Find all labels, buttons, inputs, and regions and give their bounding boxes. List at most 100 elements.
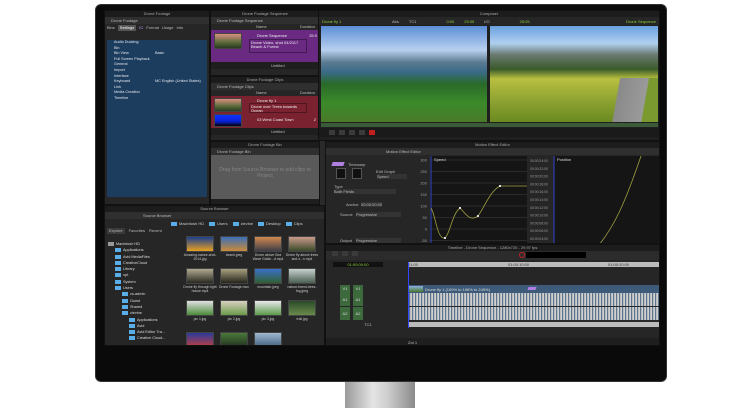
toolbar-button[interactable] bbox=[342, 251, 348, 257]
record-sequence-menu[interactable]: Drone Sequence bbox=[626, 19, 656, 24]
bin-view-select[interactable]: Untitled bbox=[271, 129, 285, 134]
file-thumbnail[interactable] bbox=[254, 236, 282, 252]
subtab-info[interactable]: Info bbox=[176, 25, 183, 31]
project-tab[interactable]: Drone Footage bbox=[105, 17, 209, 24]
track-record-a1[interactable]: A1 bbox=[353, 293, 363, 306]
folder-icon bbox=[115, 279, 121, 284]
source-monitor-video[interactable] bbox=[321, 26, 487, 122]
clips-bin-tab[interactable]: Drone Footage Clips bbox=[211, 83, 319, 90]
clip-name[interactable]: 03 West Coast Town bbox=[257, 117, 294, 122]
subtab-ic[interactable]: IC bbox=[139, 25, 143, 31]
tree-item-label: CreativeCloud bbox=[123, 260, 148, 265]
track-record-a2[interactable]: A2 bbox=[353, 307, 363, 320]
tab-favorites[interactable]: Favorites bbox=[129, 228, 145, 234]
position-tick-label: 00:00:22:00 bbox=[530, 167, 548, 171]
record-monitor-video[interactable] bbox=[490, 26, 658, 122]
sequence-thumbnail bbox=[214, 33, 242, 49]
path-segment[interactable]: Desktop bbox=[266, 221, 281, 226]
file-thumbnail[interactable] bbox=[220, 236, 248, 252]
subtab-settings[interactable]: Settings bbox=[117, 25, 137, 31]
file-thumbnail[interactable] bbox=[186, 268, 214, 284]
file-thumbnail[interactable] bbox=[186, 300, 214, 316]
file-thumbnail[interactable] bbox=[186, 332, 214, 345]
track-source-a1[interactable]: A1 bbox=[340, 293, 350, 306]
path-segment[interactable]: zlevine bbox=[241, 221, 253, 226]
source-select[interactable]: Progressive bbox=[356, 212, 401, 217]
file-thumbnail[interactable] bbox=[254, 300, 282, 316]
motion-tab[interactable]: Motion Effect Editor bbox=[326, 148, 659, 155]
bin-view-select[interactable]: Untitled bbox=[271, 63, 285, 68]
mark-out-button[interactable] bbox=[359, 130, 365, 136]
clip-label: Drone fly 1 (100% to 196% to 245%) bbox=[425, 287, 490, 292]
tree-item[interactable]: Creative Cloud... bbox=[108, 335, 178, 341]
playhead[interactable] bbox=[408, 262, 409, 328]
clip-duration: 2 bbox=[313, 117, 316, 122]
zoom-select[interactable]: Zot 1 bbox=[408, 340, 417, 345]
settings-item[interactable]: Timeline bbox=[107, 96, 207, 102]
file-thumbnail[interactable] bbox=[186, 236, 214, 252]
file-thumbnail[interactable] bbox=[254, 332, 282, 345]
track-record-v1[interactable]: V1 bbox=[353, 285, 363, 293]
file-name: pic 3.jpg bbox=[261, 317, 275, 321]
file-thumbnail[interactable] bbox=[220, 300, 248, 316]
track-source-v1[interactable]: V1 bbox=[340, 285, 350, 293]
video-clip[interactable]: Drone fly 1 (100% to 196% to 245%) bbox=[408, 285, 659, 293]
path-segment[interactable]: Macintosh HD bbox=[179, 221, 204, 226]
file-thumbnail[interactable] bbox=[288, 236, 316, 252]
file-thumbnail[interactable] bbox=[220, 268, 248, 284]
source-browser-tab[interactable]: Source Browser bbox=[105, 212, 324, 219]
record-icon[interactable] bbox=[519, 252, 525, 258]
tab-explore[interactable]: Explore bbox=[107, 228, 125, 234]
sequence-bin-tab[interactable]: Drone Footage Sequence bbox=[211, 17, 319, 24]
file-thumbnail[interactable] bbox=[254, 268, 282, 284]
audio-clip-a1[interactable] bbox=[408, 293, 659, 306]
ruler-label: 01:00:10:00 bbox=[508, 262, 530, 267]
subtab-format[interactable]: Format bbox=[146, 25, 159, 31]
file-thumbnail[interactable] bbox=[220, 332, 248, 345]
tree-item-label: Macintosh HD bbox=[116, 242, 140, 246]
position-bar[interactable] bbox=[321, 123, 658, 127]
timewarp-icon bbox=[527, 287, 537, 290]
sequence-item[interactable]: Drone Sequence 25:0 Drone Video, shot 04… bbox=[211, 30, 319, 62]
audio-clip-a2[interactable] bbox=[408, 307, 659, 320]
position-tick-label: 00:00:20:00 bbox=[530, 175, 548, 179]
subtab-bins[interactable]: Bins bbox=[107, 25, 115, 31]
record-button[interactable] bbox=[369, 130, 375, 136]
footage-bin-tab[interactable]: Drone Footage Bin bbox=[211, 148, 319, 155]
position-graph[interactable]: 00:00:24:00 00:00:22:00 00:00:20:00 00:00:1… bbox=[529, 156, 659, 244]
settings-item-name: Import bbox=[114, 67, 125, 72]
step-back-button[interactable] bbox=[339, 130, 345, 136]
empty-bin-message[interactable]: Drag from Source Browser to add clips to… bbox=[211, 155, 319, 199]
timeline-toolbar bbox=[326, 251, 659, 260]
speed-graph[interactable]: 300 250 200 150 100 50 0 -50 bbox=[410, 156, 527, 244]
file-thumbnail[interactable] bbox=[288, 268, 316, 284]
file-thumbnail[interactable] bbox=[288, 300, 316, 316]
path-segment[interactable]: Users bbox=[217, 221, 227, 226]
road bbox=[608, 78, 658, 122]
type-select[interactable]: Both Fields bbox=[334, 189, 396, 194]
tree-item-label: cs-admin bbox=[130, 292, 146, 297]
record-duration: 25:05 bbox=[519, 18, 530, 24]
source-clip-menu[interactable]: Drone fly 1 bbox=[322, 19, 382, 24]
settings-item-name: Link bbox=[114, 84, 121, 89]
file-name: trail.jpg bbox=[296, 317, 308, 321]
play-button[interactable] bbox=[329, 130, 335, 136]
subtab-usage[interactable]: Usage bbox=[162, 25, 174, 31]
timeline-ruler[interactable]: 01:00 01:00:10:00 01:00:20:00 bbox=[408, 262, 659, 267]
toolbar-button[interactable] bbox=[332, 251, 338, 257]
tree-item-label: System bbox=[123, 279, 136, 284]
anchor-field[interactable]: 00:00:00:00 bbox=[361, 202, 383, 207]
toolbar-button[interactable] bbox=[352, 251, 358, 257]
tab-recent[interactable]: Recent bbox=[149, 228, 162, 234]
folder-icon bbox=[122, 292, 128, 297]
edit-graph-select[interactable]: Speed bbox=[377, 174, 407, 179]
source-label: Source bbox=[340, 212, 353, 217]
speed-tick-label: 50 bbox=[423, 215, 428, 220]
track-source-a2[interactable]: A2 bbox=[340, 307, 350, 320]
path-segment[interactable]: Clips bbox=[294, 221, 303, 226]
output-select[interactable]: Progressive bbox=[356, 238, 401, 243]
file-name: Drone above Sea Wave Golde...d.mp4 bbox=[252, 253, 284, 261]
mark-in-button[interactable] bbox=[349, 130, 355, 136]
tree-item-label: Creative Cloud... bbox=[137, 336, 166, 341]
settings-item-name: Full Screen Playback bbox=[114, 56, 150, 61]
